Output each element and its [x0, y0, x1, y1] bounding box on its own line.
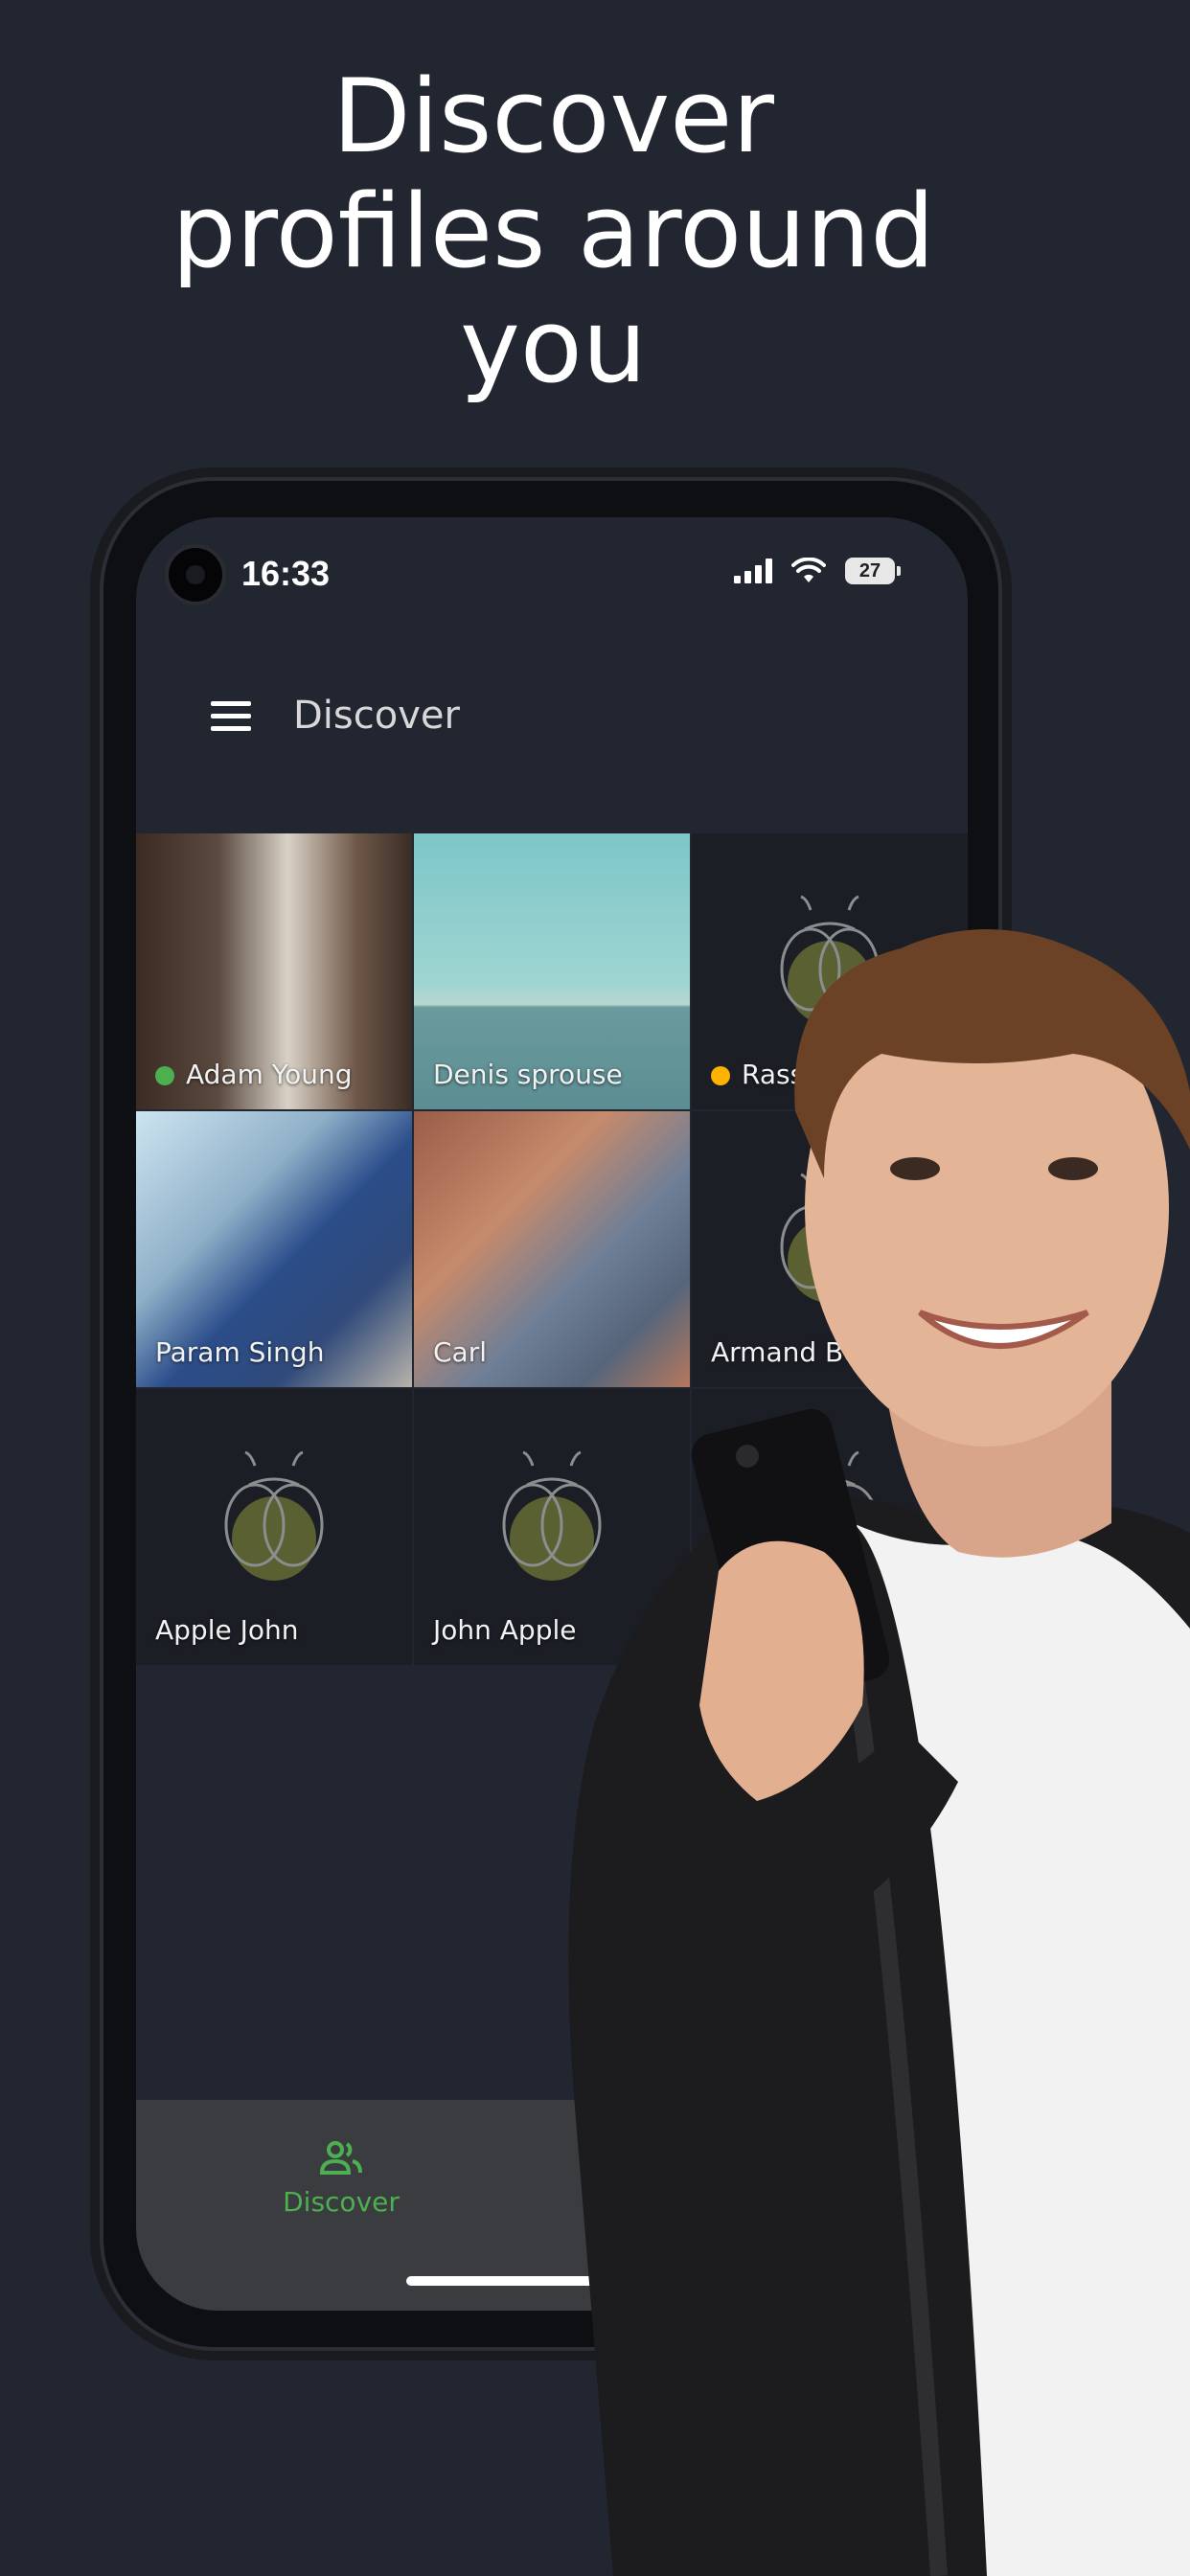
smiling-man-holding-phone-image	[568, 929, 1190, 2576]
hamburger-menu-icon[interactable]	[211, 701, 251, 732]
app-bar: Discover	[136, 661, 968, 776]
profile-name: Adam Young	[155, 1059, 353, 1090]
status-icons: 27	[734, 558, 901, 584]
headline: Discover profiles around you	[0, 59, 1107, 404]
profile-card[interactable]: Param Singh	[136, 1111, 412, 1387]
people-icon	[319, 2141, 362, 2175]
headline-line-3: you	[460, 287, 647, 405]
nav-discover[interactable]: Discover	[245, 2138, 437, 2218]
profile-card[interactable]: Apple John	[136, 1389, 412, 1665]
profile-name: Apple John	[155, 1614, 299, 1646]
status-bar: 16:33 27	[136, 517, 968, 632]
bee-placeholder-icon	[224, 1450, 324, 1581]
signal-icon	[734, 559, 772, 583]
nav-discover-label: Discover	[283, 2186, 400, 2218]
online-status-dot	[155, 1066, 174, 1085]
wifi-icon	[791, 558, 826, 582]
headline-line-2: profiles around	[172, 172, 935, 290]
profile-name: Param Singh	[155, 1336, 325, 1368]
status-time: 16:33	[241, 554, 331, 593]
app-title: Discover	[293, 694, 460, 738]
profile-card[interactable]: Adam Young	[136, 833, 412, 1109]
battery-icon: 27	[845, 558, 901, 584]
headline-line-1: Discover	[332, 57, 774, 175]
front-camera	[169, 548, 222, 602]
profile-name: Carl	[433, 1336, 487, 1368]
